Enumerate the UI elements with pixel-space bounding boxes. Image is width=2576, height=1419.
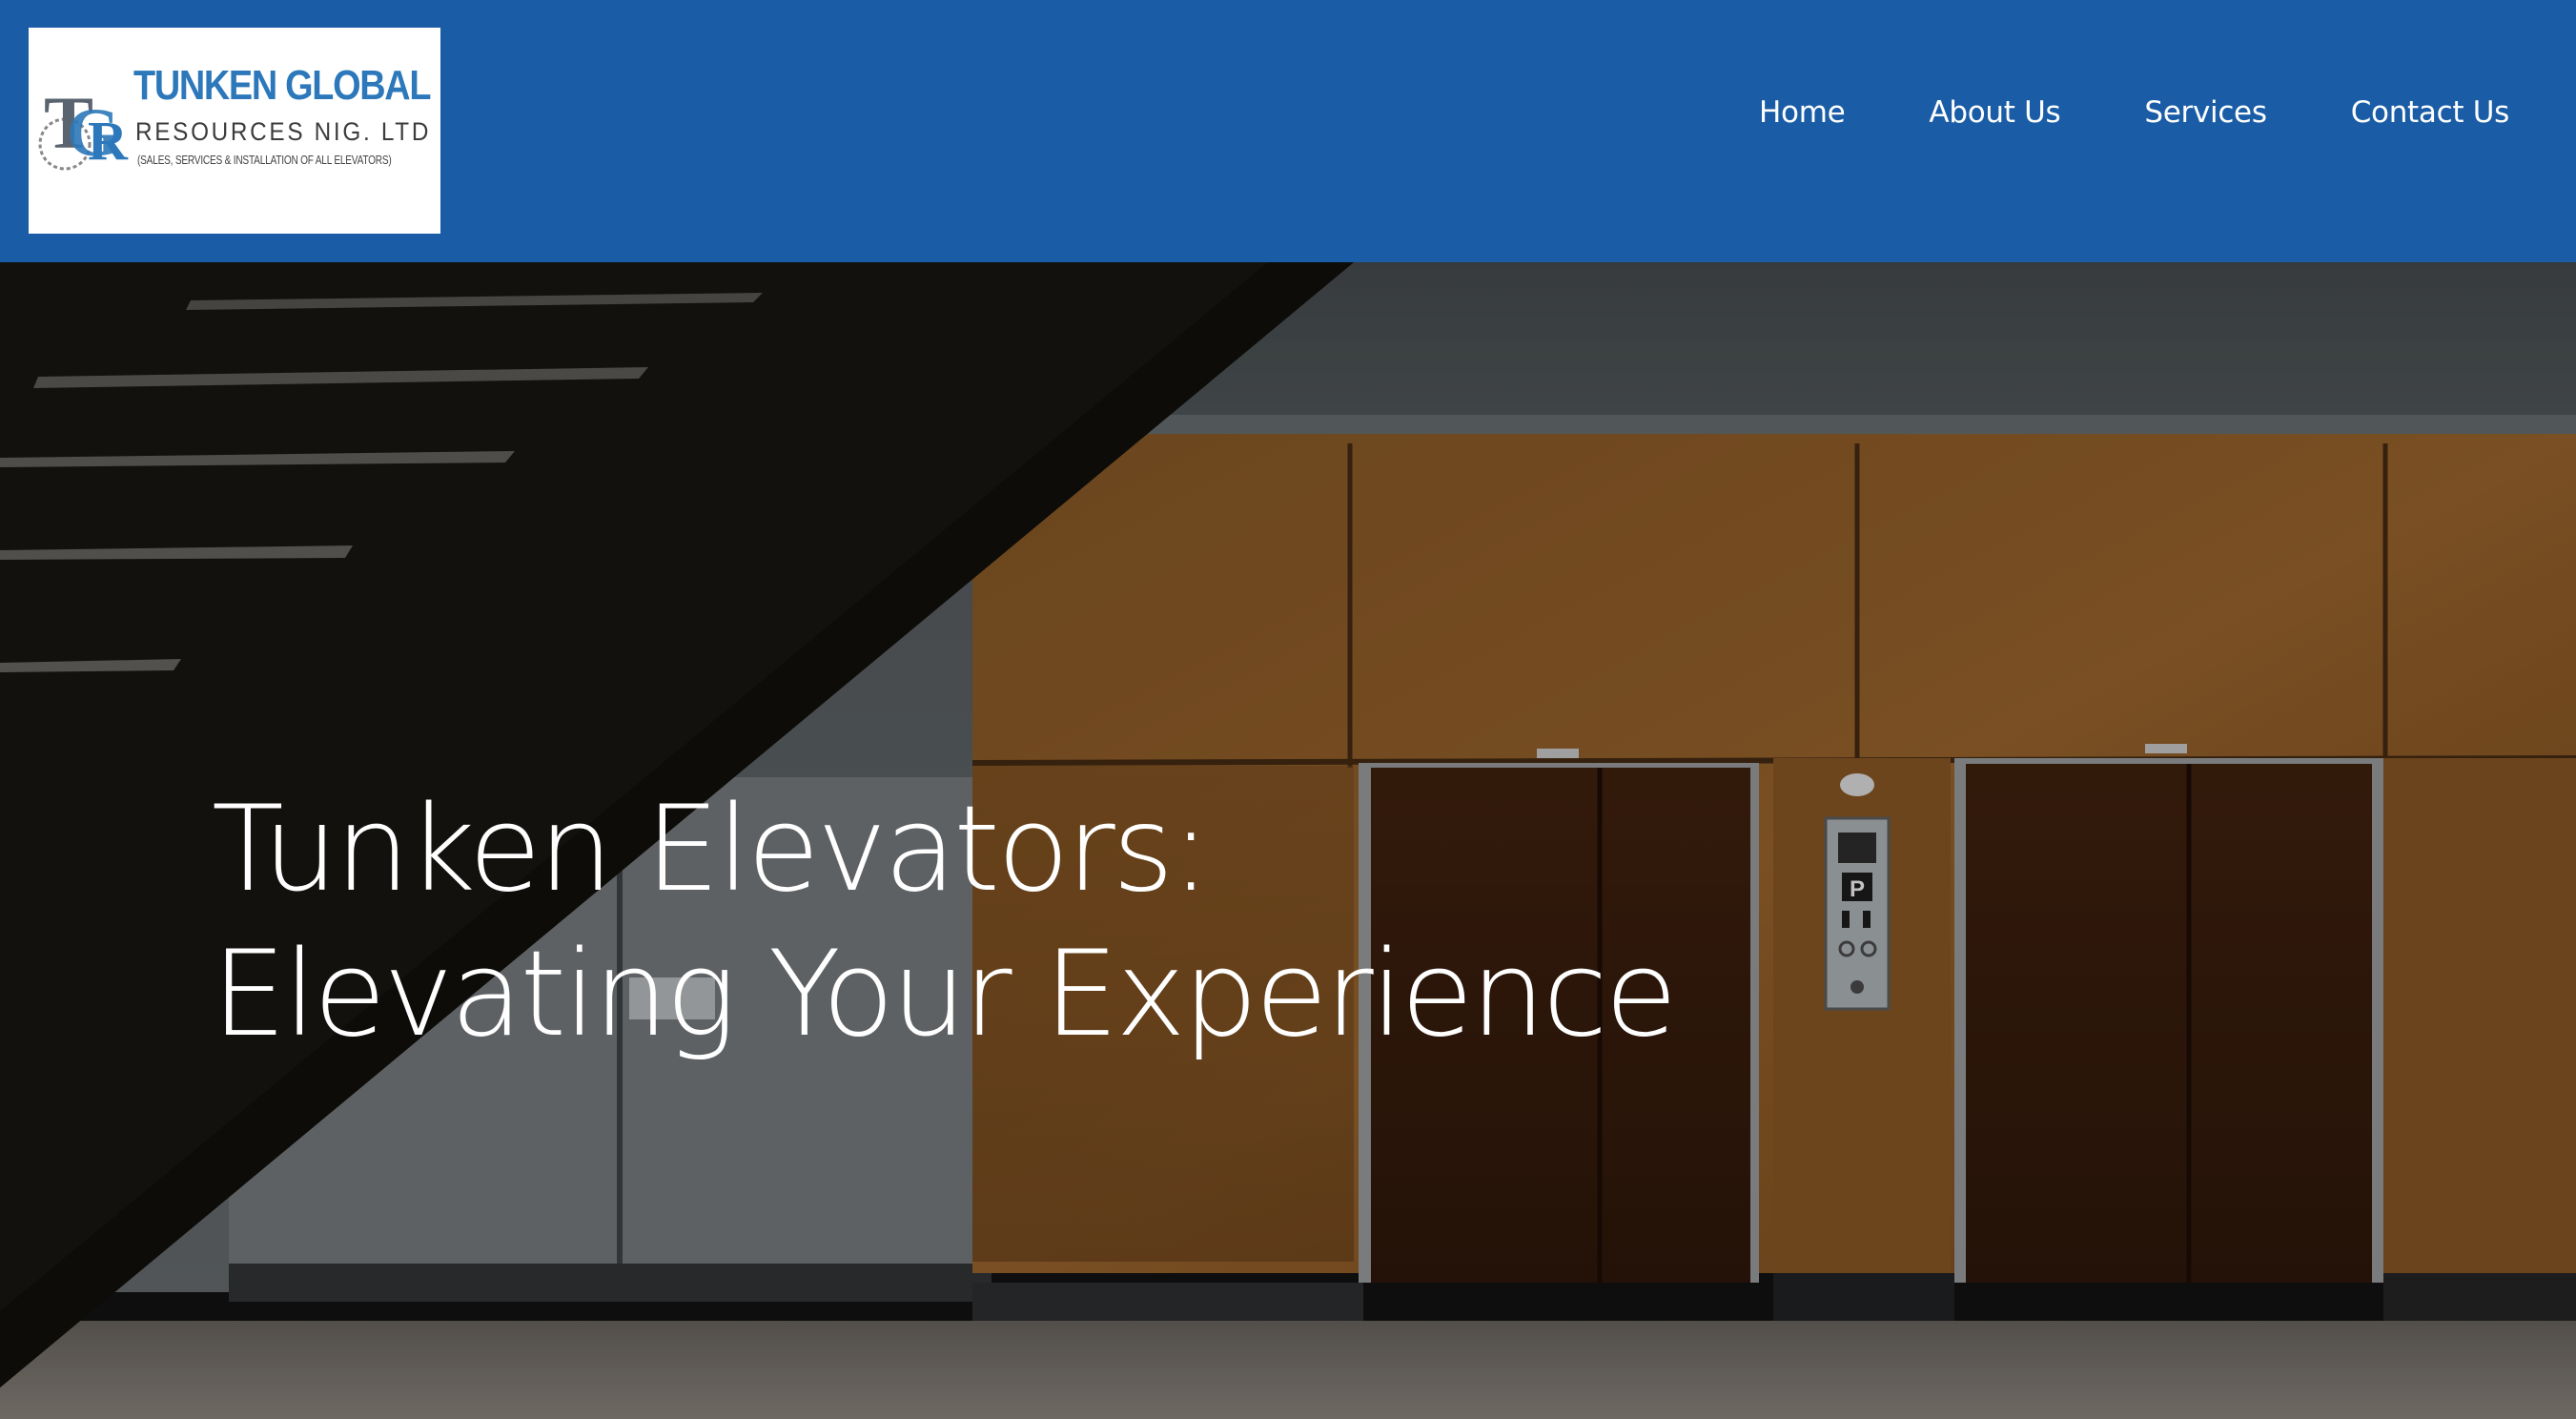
logo-company-name: TUNKEN GLOBAL [133,62,431,109]
logo-company-suffix: RESOURCES NIG. LTD [135,117,432,146]
main-nav: Home About Us Services Contact Us [1759,95,2509,130]
hero-heading: Tunken Elevators: Elevating Your Experie… [212,777,1678,1067]
nav-about-us[interactable]: About Us [1929,95,2060,130]
logo-tagline: (SALES, SERVICES & INSTALLATION OF ALL E… [137,153,392,167]
hero-heading-line1: Tunken Elevators: [212,781,1211,918]
svg-text:R: R [88,110,129,172]
nav-services[interactable]: Services [2144,95,2267,130]
hero-section: P Tunken Elevators: Elevating Your Exper… [0,262,2576,1419]
nav-home[interactable]: Home [1759,95,1846,130]
nav-contact-us[interactable]: Contact Us [2351,95,2510,130]
site-header: T G R TUNKEN GLOBAL RESOURCES NIG. LTD (… [0,0,2576,262]
hero-heading-line2: Elevating Your Experience [212,926,1678,1063]
company-logo[interactable]: T G R TUNKEN GLOBAL RESOURCES NIG. LTD (… [29,28,440,234]
